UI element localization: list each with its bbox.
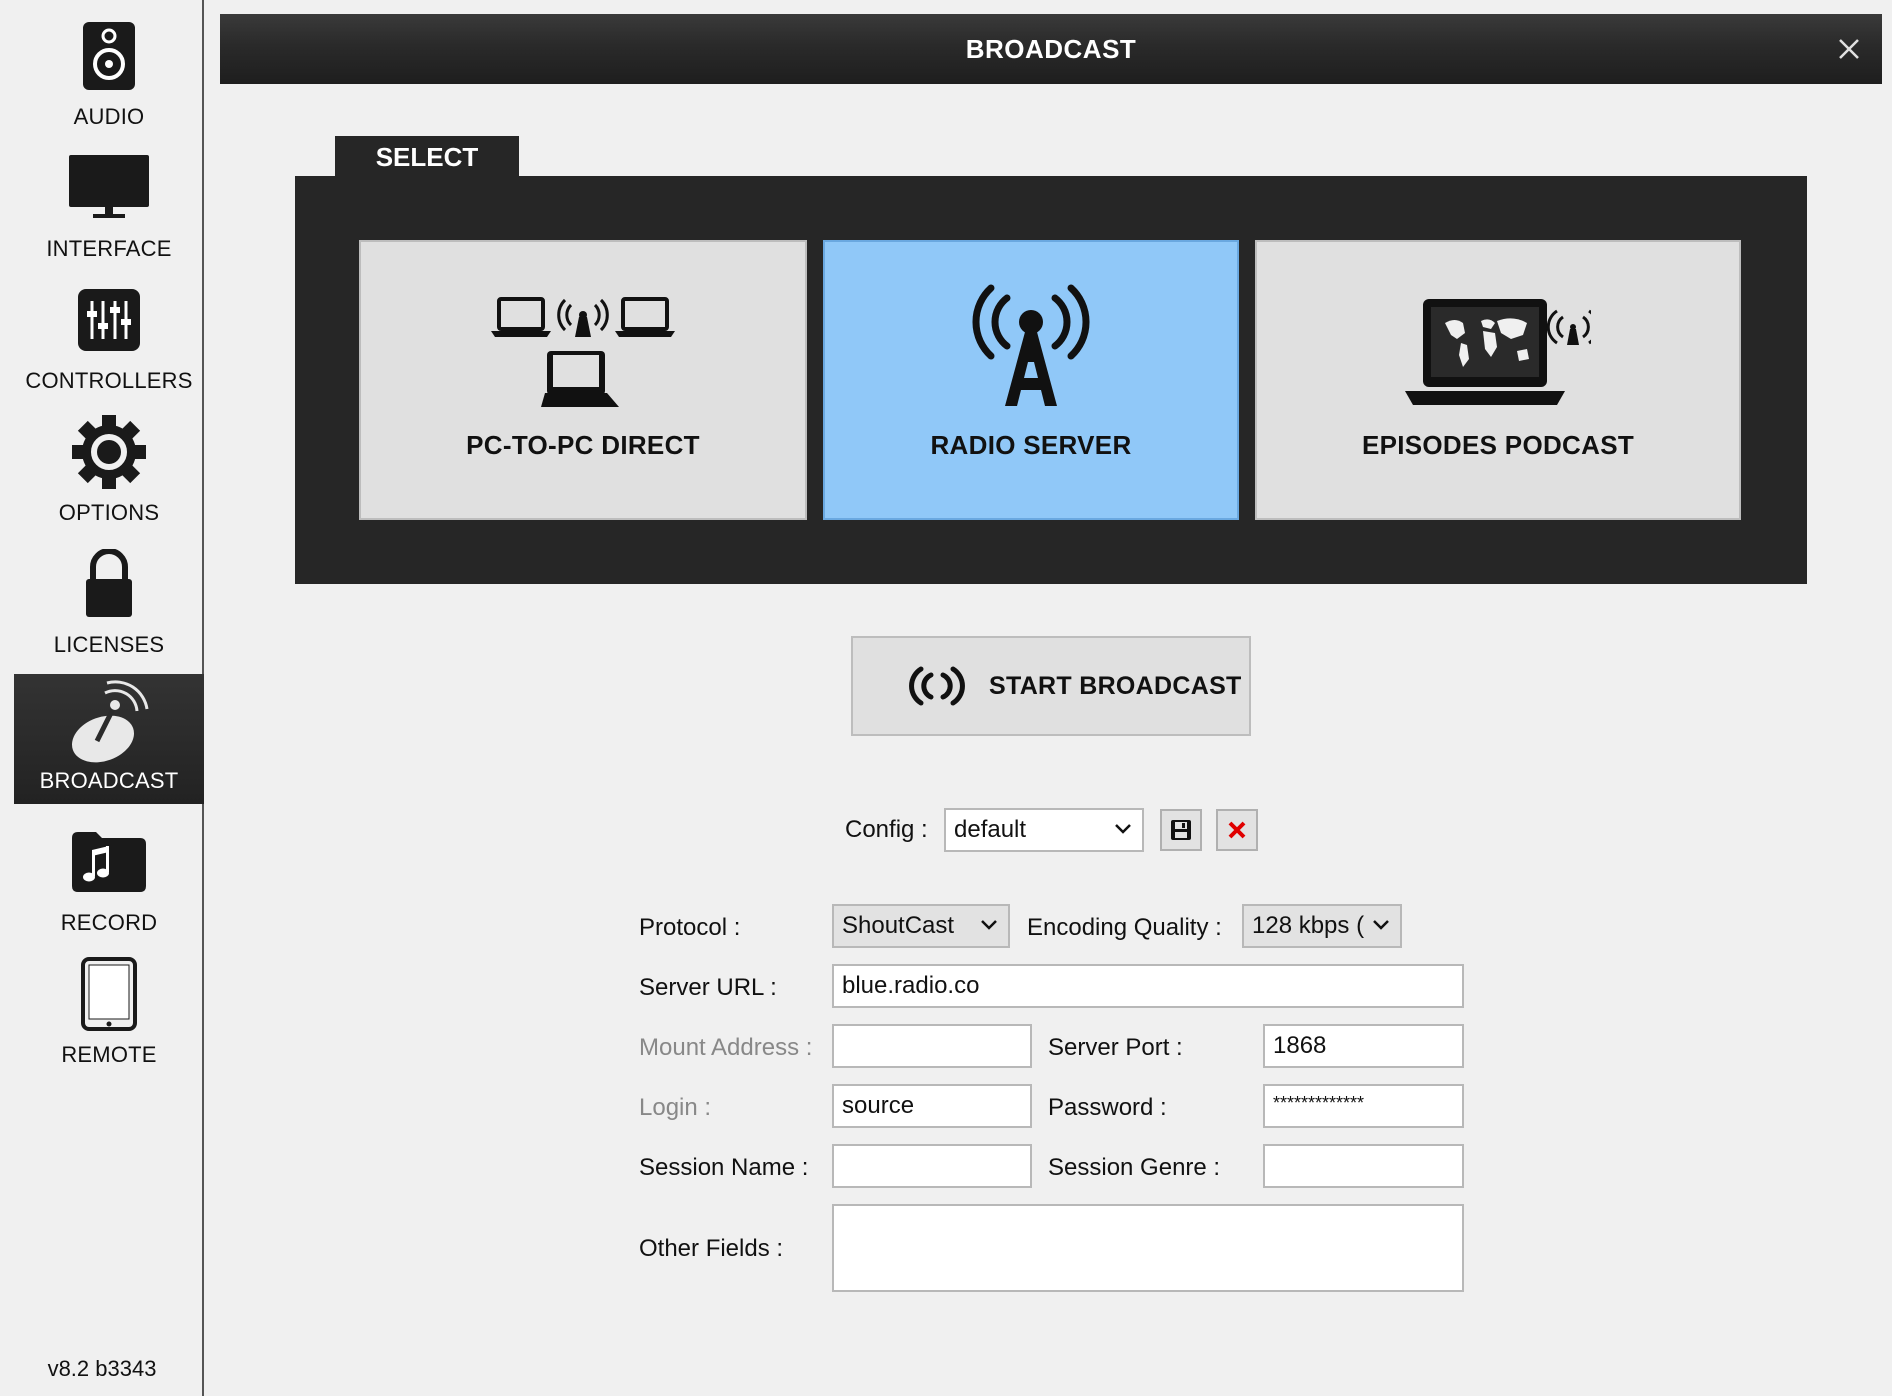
floppy-disk-icon [1171,820,1191,840]
lock-icon [84,542,134,626]
option-episodes-podcast[interactable]: EPISODES PODCAST [1255,240,1741,520]
sidebar-item-label: CONTROLLERS [25,368,193,393]
sidebar-item-label: OPTIONS [58,500,160,525]
login-label: Login : [639,1094,712,1121]
mount-address-label: Mount Address : [639,1034,813,1061]
save-config-button[interactable] [1160,809,1202,851]
protocol-label: Protocol : [639,914,741,941]
chevron-down-icon [1115,824,1131,834]
red-x-icon [1228,821,1246,839]
version-label: v8.2 b3343 [47,1356,157,1381]
encoding-quality-value: 128 kbps ( [1252,912,1365,939]
mount-address-field[interactable] [832,1024,1032,1068]
encoding-quality-label: Encoding Quality : [1027,914,1222,941]
close-icon[interactable] [1830,30,1868,68]
music-folder-icon [72,820,146,904]
sidebar-item-label: RECORD [60,910,158,935]
sidebar-item-record[interactable]: RECORD [14,806,204,936]
server-url-field[interactable]: blue.radio.co [832,964,1464,1008]
sidebar-item-audio[interactable]: AUDIO [14,0,204,130]
window-titlebar: BROADCAST [220,14,1882,84]
satellite-dish-icon [67,680,151,764]
option-label: RADIO SERVER [930,430,1132,460]
encoding-quality-select[interactable]: 128 kbps ( [1242,904,1402,948]
password-label: Password : [1048,1094,1167,1121]
start-broadcast-label: START BROADCAST [989,671,1242,700]
select-tab: SELECT [335,136,519,178]
config-select[interactable]: default [944,808,1144,852]
start-broadcast-button[interactable]: START BROADCAST [851,636,1251,736]
other-fields-label: Other Fields : [639,1235,784,1262]
sidebar-item-controllers[interactable]: CONTROLLERS [14,264,204,394]
laptop-world-icon [1257,292,1739,412]
server-port-label: Server Port : [1048,1034,1183,1061]
sidebar-item-options[interactable]: OPTIONS [14,396,204,526]
chevron-down-icon [1373,920,1389,930]
session-name-field[interactable] [832,1144,1032,1188]
sidebar: AUDIO INTERFACE CONTROLLERS OPTIONS LICE… [0,0,204,1396]
config-label: Config : [845,816,928,843]
speaker-icon [81,14,137,98]
password-field[interactable]: ************* [1263,1084,1464,1128]
protocol-value: ShoutCast [842,912,955,939]
option-pc-to-pc-direct[interactable]: PC-TO-PC DIRECT [359,240,807,520]
pc-network-icon [361,292,805,412]
sidebar-item-label: INTERFACE [46,236,172,261]
option-label: PC-TO-PC DIRECT [466,430,700,460]
protocol-select[interactable]: ShoutCast [832,904,1010,948]
sidebar-item-remote[interactable]: REMOTE [14,938,204,1068]
select-panel: PC-TO-PC DIRECT RADIO SERVER EPISODES PO… [295,176,1807,584]
server-port-field[interactable]: 1868 [1263,1024,1464,1068]
gear-icon [72,410,146,494]
sidebar-item-licenses[interactable]: LICENSES [14,528,204,658]
server-url-label: Server URL : [639,974,777,1001]
tablet-icon [81,952,137,1036]
monitor-icon [69,146,149,230]
sliders-icon [78,278,140,362]
option-label: EPISODES PODCAST [1361,430,1635,460]
session-name-label: Session Name : [639,1154,809,1181]
login-field[interactable]: source [832,1084,1032,1128]
sidebar-item-label: LICENSES [53,632,165,657]
sidebar-item-broadcast[interactable]: BROADCAST [14,674,204,804]
config-value: default [954,816,1027,843]
other-fields-textarea[interactable] [832,1204,1464,1292]
session-genre-label: Session Genre : [1048,1154,1221,1181]
sidebar-item-label: BROADCAST [39,768,179,793]
sidebar-item-interface[interactable]: INTERFACE [14,132,204,262]
session-genre-field[interactable] [1263,1144,1464,1188]
option-radio-server[interactable]: RADIO SERVER [823,240,1239,520]
chevron-down-icon [981,920,997,930]
sidebar-item-label: REMOTE [61,1042,157,1067]
delete-config-button[interactable] [1216,809,1258,851]
sidebar-item-label: AUDIO [73,104,145,129]
window-title: BROADCAST [965,34,1137,64]
radio-tower-icon [825,284,1237,406]
broadcast-waves-icon [909,666,965,706]
